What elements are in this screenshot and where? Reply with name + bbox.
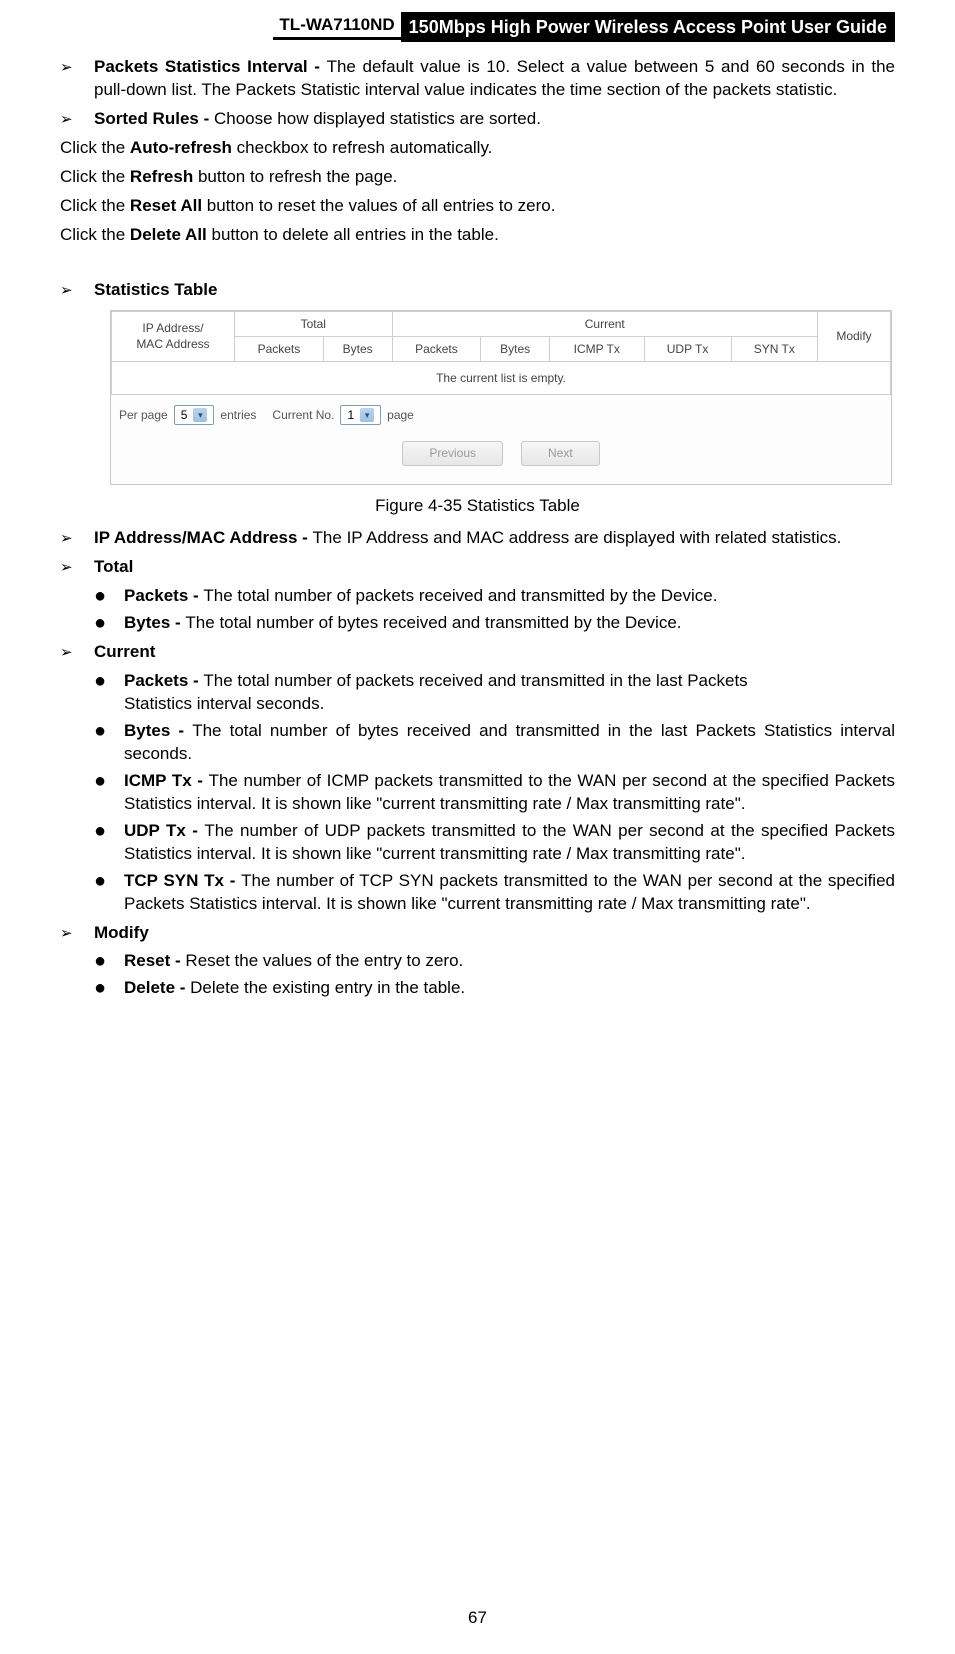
item-sorted-rules: ➢ Sorted Rules - Choose how displayed st… bbox=[60, 108, 895, 131]
item-current-tcp-syn: ● TCP SYN Tx - The number of TCP SYN pac… bbox=[94, 870, 895, 916]
stats-table: IP Address/ MAC Address Total Current Mo… bbox=[111, 311, 891, 396]
figure-caption: Figure 4-35 Statistics Table bbox=[60, 495, 895, 518]
item-current-icmp: ● ICMP Tx - The number of ICMP packets t… bbox=[94, 770, 895, 816]
chevron-right-icon: ➢ bbox=[60, 556, 94, 578]
col-modify: Modify bbox=[818, 311, 891, 361]
note-resetall: Click the Reset All button to reset the … bbox=[60, 195, 895, 218]
col-ip-mac: IP Address/ MAC Address bbox=[112, 311, 235, 361]
col-total-bytes: Bytes bbox=[323, 336, 392, 361]
heading-current: ➢ Current bbox=[60, 641, 895, 664]
chevron-right-icon: ➢ bbox=[60, 108, 94, 130]
col-cur-bytes: Bytes bbox=[481, 336, 550, 361]
chevron-right-icon: ➢ bbox=[60, 56, 94, 78]
note-deleteall: Click the Delete All button to delete al… bbox=[60, 224, 895, 247]
page-label: page bbox=[387, 407, 414, 423]
label: Current bbox=[94, 642, 155, 661]
item-ip-mac-address: ➢ IP Address/MAC Address - The IP Addres… bbox=[60, 527, 895, 550]
page-number: 67 bbox=[0, 1607, 955, 1630]
bullet-icon: ● bbox=[94, 770, 124, 792]
item-total-bytes: ● Bytes - The total number of bytes rece… bbox=[94, 612, 895, 635]
entries-label: entries bbox=[220, 407, 256, 423]
item-modify-reset: ● Reset - Reset the values of the entry … bbox=[94, 950, 895, 973]
bullet-icon: ● bbox=[94, 720, 124, 742]
note-autorefresh: Click the Auto-refresh checkbox to refre… bbox=[60, 137, 895, 160]
bullet-icon: ● bbox=[94, 585, 124, 607]
text: The IP Address and MAC address are displ… bbox=[313, 528, 842, 547]
heading-statistics-table: ➢ Statistics Table bbox=[60, 279, 895, 302]
chevron-right-icon: ➢ bbox=[60, 279, 94, 301]
bullet-icon: ● bbox=[94, 870, 124, 892]
statistics-figure: IP Address/ MAC Address Total Current Mo… bbox=[110, 310, 895, 485]
label: Total bbox=[94, 557, 133, 576]
col-current: Current bbox=[392, 311, 818, 336]
label: Sorted Rules - bbox=[94, 109, 214, 128]
chevron-down-icon: ▾ bbox=[360, 408, 374, 422]
item-current-packets: ● Packets - The total number of packets … bbox=[94, 670, 895, 716]
heading-total: ➢ Total bbox=[60, 556, 895, 579]
item-current-udp: ● UDP Tx - The number of UDP packets tra… bbox=[94, 820, 895, 866]
per-page-select[interactable]: 5 ▾ bbox=[174, 405, 215, 425]
label: Modify bbox=[94, 923, 149, 942]
col-total-packets: Packets bbox=[235, 336, 324, 361]
bullet-icon: ● bbox=[94, 950, 124, 972]
doc-header: TL-WA7110ND 150Mbps High Power Wireless … bbox=[60, 12, 895, 42]
current-no-select[interactable]: 1 ▾ bbox=[340, 405, 381, 425]
bullet-icon: ● bbox=[94, 612, 124, 634]
label: Statistics Table bbox=[94, 280, 217, 299]
empty-message: The current list is empty. bbox=[112, 362, 891, 395]
text: Choose how displayed statistics are sort… bbox=[214, 109, 541, 128]
heading-modify: ➢ Modify bbox=[60, 922, 895, 945]
bullet-icon: ● bbox=[94, 820, 124, 842]
label: IP Address/MAC Address - bbox=[94, 528, 313, 547]
col-cur-udp: UDP Tx bbox=[644, 336, 731, 361]
pager-row: Per page 5 ▾ entries Current No. 1 ▾ pag… bbox=[111, 395, 891, 427]
chevron-right-icon: ➢ bbox=[60, 527, 94, 549]
model-label: TL-WA7110ND bbox=[273, 14, 400, 40]
bullet-icon: ● bbox=[94, 977, 124, 999]
chevron-right-icon: ➢ bbox=[60, 641, 94, 663]
note-refresh: Click the Refresh button to refresh the … bbox=[60, 166, 895, 189]
col-cur-syn: SYN Tx bbox=[731, 336, 817, 361]
item-modify-delete: ● Delete - Delete the existing entry in … bbox=[94, 977, 895, 1000]
next-button[interactable]: Next bbox=[521, 441, 600, 465]
item-total-packets: ● Packets - The total number of packets … bbox=[94, 585, 895, 608]
item-current-bytes: ● Bytes - The total number of bytes rece… bbox=[94, 720, 895, 766]
per-page-label: Per page bbox=[119, 407, 168, 423]
col-cur-icmp: ICMP Tx bbox=[550, 336, 645, 361]
chevron-right-icon: ➢ bbox=[60, 922, 94, 944]
previous-button[interactable]: Previous bbox=[402, 441, 503, 465]
current-no-label: Current No. bbox=[272, 407, 334, 423]
doc-title: 150Mbps High Power Wireless Access Point… bbox=[401, 12, 895, 42]
col-total: Total bbox=[235, 311, 393, 336]
item-packets-stats-interval: ➢ Packets Statistics Interval - The defa… bbox=[60, 56, 895, 102]
col-cur-packets: Packets bbox=[392, 336, 481, 361]
bullet-icon: ● bbox=[94, 670, 124, 692]
label: Packets Statistics Interval - bbox=[94, 57, 327, 76]
chevron-down-icon: ▾ bbox=[193, 408, 207, 422]
